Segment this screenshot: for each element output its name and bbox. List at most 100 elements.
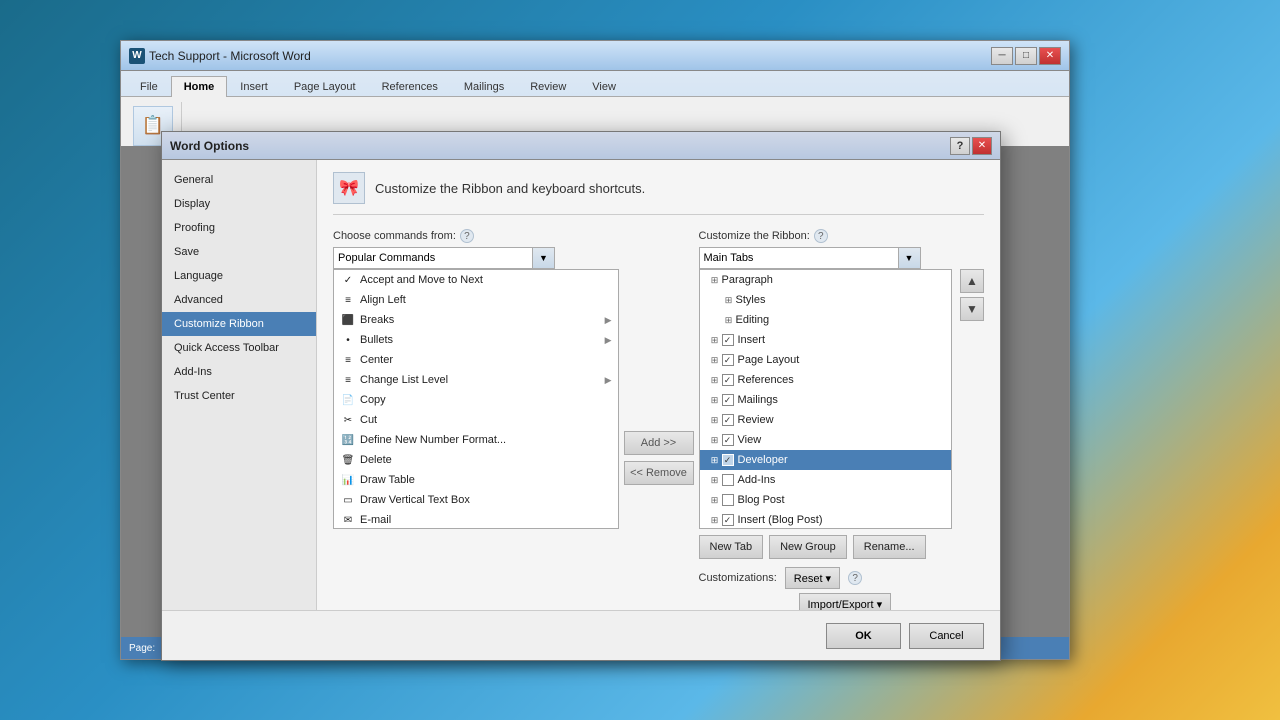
sidebar-item-general[interactable]: General bbox=[162, 168, 316, 192]
new-tab-button[interactable]: New Tab bbox=[699, 535, 764, 559]
maximize-button[interactable]: □ bbox=[1015, 47, 1037, 65]
choose-commands-help-icon[interactable]: ? bbox=[460, 229, 474, 243]
blog-post-expand[interactable]: ⊞ bbox=[708, 493, 722, 507]
tree-references[interactable]: ⊞ References bbox=[700, 370, 952, 390]
dialog-help-button[interactable]: ? bbox=[950, 137, 970, 155]
developer-checkbox[interactable] bbox=[722, 454, 734, 466]
new-group-button[interactable]: New Group bbox=[769, 535, 847, 559]
page-layout-checkbox[interactable] bbox=[722, 354, 734, 366]
sidebar-item-language[interactable]: Language bbox=[162, 264, 316, 288]
tree-insert[interactable]: ⊞ Insert bbox=[700, 330, 952, 350]
sidebar-item-display[interactable]: Display bbox=[162, 192, 316, 216]
sidebar-item-save[interactable]: Save bbox=[162, 240, 316, 264]
dialog-close-button[interactable]: ✕ bbox=[972, 137, 992, 155]
command-change-list[interactable]: ≡ Change List Level ▶ bbox=[334, 370, 618, 390]
tab-review[interactable]: Review bbox=[517, 76, 579, 97]
tree-blog-post[interactable]: ⊞ Blog Post bbox=[700, 490, 952, 510]
sidebar-item-proofing[interactable]: Proofing bbox=[162, 216, 316, 240]
tree-page-layout[interactable]: ⊞ Page Layout bbox=[700, 350, 952, 370]
review-checkbox[interactable] bbox=[722, 414, 734, 426]
insert-checkbox[interactable] bbox=[722, 334, 734, 346]
customize-ribbon-icon: 🎀 bbox=[333, 172, 365, 204]
sidebar-item-quick-access[interactable]: Quick Access Toolbar bbox=[162, 336, 316, 360]
insert-blog-post-expand[interactable]: ⊞ bbox=[708, 513, 722, 527]
tab-file[interactable]: File bbox=[127, 76, 171, 97]
reset-help-icon[interactable]: ? bbox=[848, 571, 862, 585]
dialog-body: General Display Proofing Save Language A… bbox=[162, 160, 1000, 610]
minimize-button[interactable]: ─ bbox=[991, 47, 1013, 65]
close-button[interactable]: ✕ bbox=[1039, 47, 1061, 65]
view-checkbox[interactable] bbox=[722, 434, 734, 446]
command-align-left[interactable]: ≡ Align Left bbox=[334, 290, 618, 310]
choose-commands-label: Choose commands from: ? bbox=[333, 229, 619, 243]
accept-move-icon: ✓ bbox=[340, 272, 356, 288]
command-accept-move[interactable]: ✓ Accept and Move to Next bbox=[334, 270, 618, 290]
command-cut[interactable]: ✂ Cut bbox=[334, 410, 618, 430]
command-draw-vertical[interactable]: ▭ Draw Vertical Text Box bbox=[334, 490, 618, 510]
reset-button[interactable]: Reset ▾ bbox=[785, 567, 840, 589]
choose-commands-dropdown-arrow[interactable]: ▼ bbox=[533, 247, 555, 269]
rename-button[interactable]: Rename... bbox=[853, 535, 926, 559]
page-layout-expand[interactable]: ⊞ bbox=[708, 353, 722, 367]
tab-page-layout[interactable]: Page Layout bbox=[281, 76, 369, 97]
tree-paragraph[interactable]: ⊞ Paragraph bbox=[700, 270, 952, 290]
import-export-button[interactable]: Import/Export ▾ bbox=[799, 593, 892, 610]
tree-add-ins[interactable]: ⊞ Add-Ins bbox=[700, 470, 952, 490]
ok-button[interactable]: OK bbox=[826, 623, 901, 649]
tab-view[interactable]: View bbox=[579, 76, 629, 97]
main-tabs-dropdown[interactable]: Main Tabs All Tabs Tool Tabs bbox=[699, 247, 899, 269]
editing-expand[interactable]: ⊞ bbox=[722, 313, 736, 327]
paragraph-expand[interactable]: ⊞ bbox=[708, 273, 722, 287]
command-draw-table[interactable]: 📊 Draw Table bbox=[334, 470, 618, 490]
command-list[interactable]: ✓ Accept and Move to Next ≡ Align Left ⬛… bbox=[333, 269, 619, 529]
tree-insert-blog-post[interactable]: ⊞ Insert (Blog Post) bbox=[700, 510, 952, 529]
insert-blog-post-checkbox[interactable] bbox=[722, 514, 734, 526]
main-tabs-dropdown-arrow[interactable]: ▼ bbox=[899, 247, 921, 269]
remove-button[interactable]: << Remove bbox=[624, 461, 694, 485]
mailings-checkbox[interactable] bbox=[722, 394, 734, 406]
command-breaks[interactable]: ⬛ Breaks ▶ bbox=[334, 310, 618, 330]
customize-ribbon-help-icon[interactable]: ? bbox=[814, 229, 828, 243]
tree-move-up-button[interactable]: ▲ bbox=[960, 269, 984, 293]
command-define-number[interactable]: 🔢 Define New Number Format... bbox=[334, 430, 618, 450]
tab-home[interactable]: Home bbox=[171, 76, 228, 97]
add-ins-checkbox[interactable] bbox=[722, 474, 734, 486]
cancel-button[interactable]: Cancel bbox=[909, 623, 984, 649]
references-checkbox[interactable] bbox=[722, 374, 734, 386]
tree-review[interactable]: ⊞ Review bbox=[700, 410, 952, 430]
developer-expand[interactable]: ⊞ bbox=[708, 453, 722, 467]
insert-expand[interactable]: ⊞ bbox=[708, 333, 722, 347]
review-expand[interactable]: ⊞ bbox=[708, 413, 722, 427]
references-expand[interactable]: ⊞ bbox=[708, 373, 722, 387]
mailings-expand[interactable]: ⊞ bbox=[708, 393, 722, 407]
command-delete[interactable]: 🗑 Delete bbox=[334, 450, 618, 470]
tree-developer[interactable]: ⊞ Developer bbox=[700, 450, 952, 470]
dialog-header-text: Customize the Ribbon and keyboard shortc… bbox=[375, 181, 645, 196]
command-bullets[interactable]: • Bullets ▶ bbox=[334, 330, 618, 350]
view-expand[interactable]: ⊞ bbox=[708, 433, 722, 447]
tree-move-down-button[interactable]: ▼ bbox=[960, 297, 984, 321]
add-ins-expand[interactable]: ⊞ bbox=[708, 473, 722, 487]
styles-expand[interactable]: ⊞ bbox=[722, 293, 736, 307]
sidebar-item-advanced[interactable]: Advanced bbox=[162, 288, 316, 312]
dialog-title-buttons: ? ✕ bbox=[950, 137, 992, 155]
tab-insert[interactable]: Insert bbox=[227, 76, 281, 97]
choose-commands-dropdown-wrapper: Popular Commands All Commands Commands N… bbox=[333, 247, 619, 269]
tab-mailings[interactable]: Mailings bbox=[451, 76, 517, 97]
add-button[interactable]: Add >> bbox=[624, 431, 694, 455]
command-copy[interactable]: 📄 Copy bbox=[334, 390, 618, 410]
tree-editing[interactable]: ⊞ Editing bbox=[700, 310, 952, 330]
sidebar-item-trust-center[interactable]: Trust Center bbox=[162, 384, 316, 408]
ribbon-tree[interactable]: ⊞ Paragraph ⊞ Styles bbox=[699, 269, 953, 529]
choose-commands-dropdown[interactable]: Popular Commands All Commands Commands N… bbox=[333, 247, 533, 269]
tree-mailings[interactable]: ⊞ Mailings bbox=[700, 390, 952, 410]
sidebar-item-add-ins[interactable]: Add-Ins bbox=[162, 360, 316, 384]
dialog-footer: OK Cancel bbox=[162, 610, 1000, 660]
tree-view[interactable]: ⊞ View bbox=[700, 430, 952, 450]
sidebar-item-customize-ribbon[interactable]: Customize Ribbon bbox=[162, 312, 316, 336]
command-email[interactable]: ✉ E-mail bbox=[334, 510, 618, 529]
tree-styles[interactable]: ⊞ Styles bbox=[700, 290, 952, 310]
blog-post-checkbox[interactable] bbox=[722, 494, 734, 506]
command-center[interactable]: ≡ Center bbox=[334, 350, 618, 370]
tab-references[interactable]: References bbox=[369, 76, 451, 97]
